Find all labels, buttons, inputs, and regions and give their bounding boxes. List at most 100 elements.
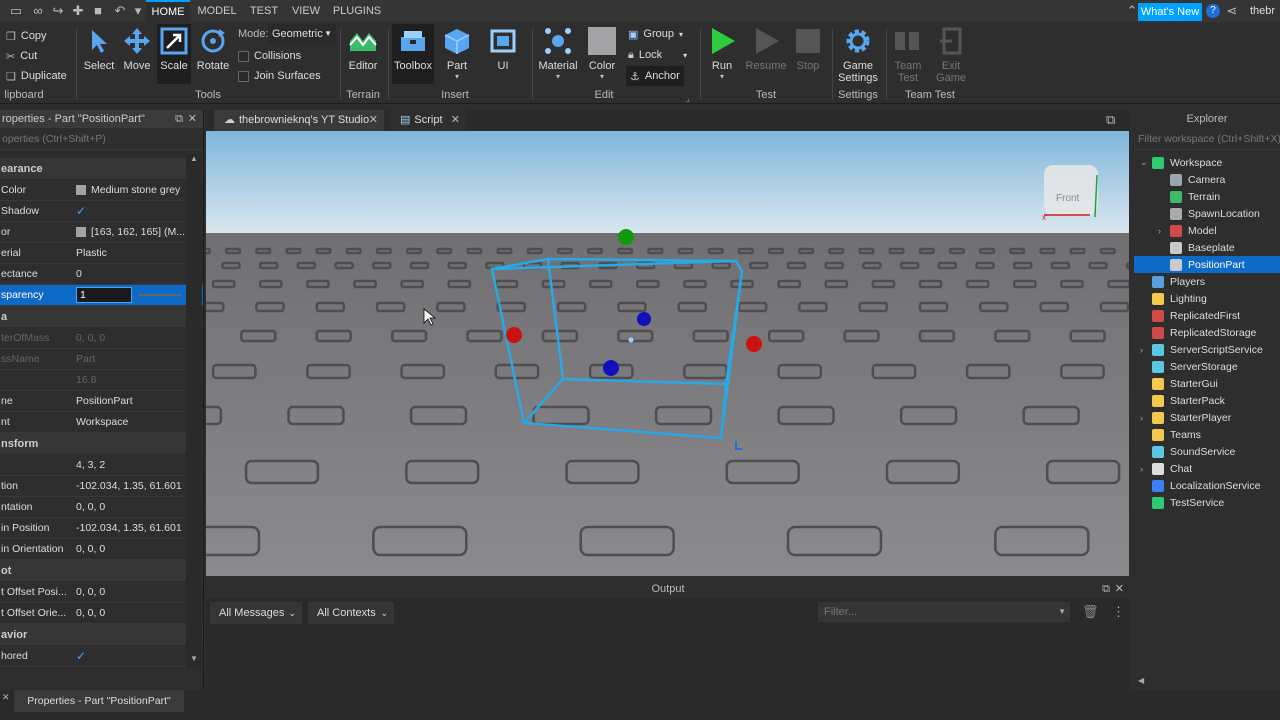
property-row[interactable]: tion -102.034, 1.35, 61.601 xyxy=(0,476,203,497)
move-tool-button[interactable]: Move xyxy=(120,26,154,72)
close-icon[interactable]: ✕ xyxy=(369,110,378,131)
property-row[interactable]: Shadow ✓ xyxy=(0,201,203,222)
explorer-item[interactable]: PositionPart xyxy=(1134,256,1280,273)
transparency-slider[interactable] xyxy=(138,294,182,296)
chevron-right-icon[interactable]: › xyxy=(1158,226,1170,236)
chevron-right-icon[interactable]: › xyxy=(1140,345,1152,355)
output-filter-input[interactable]: Filter... ▼ xyxy=(818,602,1070,622)
property-row[interactable]: or [163, 162, 165] (M... xyxy=(0,222,203,243)
part-button[interactable]: Part ▾ xyxy=(440,26,474,81)
terrain-editor-button[interactable]: Editor xyxy=(344,26,382,72)
explorer-item[interactable]: SoundService xyxy=(1134,443,1280,460)
move-handle-blue[interactable] xyxy=(603,360,619,376)
group-button[interactable]: ▣ Group ▾ xyxy=(628,24,683,44)
tab-home[interactable]: HOME xyxy=(146,0,190,22)
run-button[interactable]: Run ▾ xyxy=(704,26,740,81)
close-icon[interactable]: ✕ xyxy=(1115,580,1124,598)
undo-icon[interactable]: ↶ xyxy=(112,3,128,19)
property-row[interactable]: erial Plastic xyxy=(0,243,203,264)
property-row[interactable]: ntation 0, 0, 0 xyxy=(0,497,203,518)
transparency-input[interactable]: 1 xyxy=(76,287,132,303)
checkbox-checked[interactable]: ✓ xyxy=(76,204,86,218)
resume-button[interactable]: Resume xyxy=(746,26,786,72)
close-icon[interactable]: ✕ xyxy=(451,110,460,131)
property-row[interactable]: in Orientation 0, 0, 0 xyxy=(0,539,203,560)
explorer-item[interactable]: StarterPack xyxy=(1134,392,1280,409)
explorer-item[interactable]: TestService xyxy=(1134,494,1280,511)
scroll-left-icon[interactable]: ◀ xyxy=(1138,676,1144,685)
mode-dropdown[interactable]: Geometric ▼ xyxy=(268,24,336,44)
property-row[interactable]: Color Medium stone grey xyxy=(0,180,203,201)
lock-dropdown-icon[interactable]: ▾ xyxy=(683,51,687,60)
property-row[interactable]: ne PositionPart xyxy=(0,391,203,412)
context-filter-dropdown[interactable]: All Contexts ⌄ xyxy=(308,602,394,624)
properties-filter-input[interactable]: operties (Ctrl+Shift+P) xyxy=(0,128,203,150)
stop-button[interactable]: Stop xyxy=(792,26,824,72)
chevron-right-icon[interactable]: › xyxy=(1140,413,1152,423)
material-dropdown-icon[interactable]: ▾ xyxy=(556,72,560,81)
binoculars-icon[interactable]: ∞ xyxy=(30,3,46,19)
collisions-toggle[interactable]: Collisions xyxy=(238,46,301,66)
game-settings-button[interactable]: Game Settings xyxy=(836,26,880,84)
expand-corner-icon[interactable]: ⌟ xyxy=(686,94,690,103)
color-button[interactable]: Color ▾ xyxy=(584,26,620,81)
ui-button[interactable]: UI xyxy=(486,26,520,72)
explorer-item[interactable]: Baseplate xyxy=(1134,239,1280,256)
properties-dock-tab[interactable]: Properties - Part "PositionPart" xyxy=(14,690,184,712)
property-row[interactable]: hored ✓ xyxy=(0,646,203,667)
duplicate-button[interactable]: ❏ Duplicate xyxy=(6,66,67,86)
trash-icon[interactable]: 🗑︎ xyxy=(1082,604,1099,620)
message-filter-dropdown[interactable]: All Messages ⌄ xyxy=(210,602,302,624)
tab-view[interactable]: VIEW xyxy=(288,0,324,22)
explorer-filter-input[interactable]: Filter workspace (Ctrl+Shift+X) xyxy=(1134,128,1280,150)
tab-model[interactable]: MODEL xyxy=(194,0,240,22)
explorer-item[interactable]: ReplicatedFirst xyxy=(1134,307,1280,324)
tab-script[interactable]: ▤ Script ✕ xyxy=(390,110,466,131)
category-behavior[interactable]: avior xyxy=(0,624,203,646)
group-dropdown-icon[interactable]: ▾ xyxy=(679,30,683,39)
scroll-up-icon[interactable]: ▲ xyxy=(186,154,202,163)
explorer-item[interactable]: StarterGui xyxy=(1134,375,1280,392)
property-row[interactable]: in Position -102.034, 1.35, 61.601 xyxy=(0,518,203,539)
move-handle-red[interactable] xyxy=(506,327,522,343)
property-row[interactable]: t Offset Posi... 0, 0, 0 xyxy=(0,582,203,603)
join-surfaces-checkbox[interactable] xyxy=(238,70,249,82)
explorer-item[interactable]: Teams xyxy=(1134,426,1280,443)
chevron-down-icon[interactable]: ⌄ xyxy=(1140,157,1152,168)
whats-new-button[interactable]: What's New xyxy=(1138,3,1202,21)
scale-tool-button[interactable]: Scale xyxy=(157,24,191,84)
explorer-item[interactable]: ReplicatedStorage xyxy=(1134,324,1280,341)
scroll-down-icon[interactable]: ▼ xyxy=(186,654,202,663)
move-handle-blue[interactable] xyxy=(637,312,651,326)
exit-game-button[interactable]: Exit Game xyxy=(932,26,970,84)
category-data[interactable]: a xyxy=(0,306,203,328)
color-dropdown-icon[interactable]: ▾ xyxy=(600,72,604,81)
checkbox-checked[interactable]: ✓ xyxy=(76,649,86,663)
explorer-item[interactable]: › Model xyxy=(1134,222,1280,239)
anchor-button[interactable]: ⚓︎ Anchor xyxy=(626,66,684,86)
new-file-icon[interactable]: ▭ xyxy=(8,3,24,19)
explorer-item[interactable]: › Chat xyxy=(1134,460,1280,477)
window-layout-icon[interactable]: ⧉ xyxy=(1106,112,1115,128)
properties-scrollbar[interactable]: ▲ ▼ xyxy=(186,154,202,668)
explorer-item[interactable]: › ServerScriptService xyxy=(1134,341,1280,358)
explorer-item[interactable]: Terrain xyxy=(1134,188,1280,205)
tab-place[interactable]: ☁ thebrownieknq's YT Studio ✕ xyxy=(214,110,384,131)
lock-button[interactable]: 🔒︎ Lock ▾ xyxy=(628,45,687,65)
rotate-tool-button[interactable]: Rotate xyxy=(196,26,230,72)
explorer-item[interactable]: SpawnLocation xyxy=(1134,205,1280,222)
category-appearance[interactable]: earance xyxy=(0,158,203,180)
property-row[interactable]: t Offset Orie... 0, 0, 0 xyxy=(0,603,203,624)
move-handle-red[interactable] xyxy=(746,336,762,352)
help-icon[interactable]: ? xyxy=(1206,4,1220,18)
chevron-right-icon[interactable]: › xyxy=(1140,464,1152,474)
more-options-icon[interactable]: ⋮ xyxy=(1112,604,1125,620)
cut-button[interactable]: ✂ Cut xyxy=(6,46,37,66)
select-tool-button[interactable]: Select xyxy=(82,26,116,72)
explorer-item[interactable]: › StarterPlayer xyxy=(1134,409,1280,426)
3d-viewport[interactable]: x Front xyxy=(206,131,1129,576)
share-network-icon[interactable]: ⋖ xyxy=(1224,3,1240,19)
explorer-item[interactable]: Camera xyxy=(1134,171,1280,188)
save-icon[interactable]: ■ xyxy=(90,3,106,19)
tab-test[interactable]: TEST xyxy=(244,0,284,22)
